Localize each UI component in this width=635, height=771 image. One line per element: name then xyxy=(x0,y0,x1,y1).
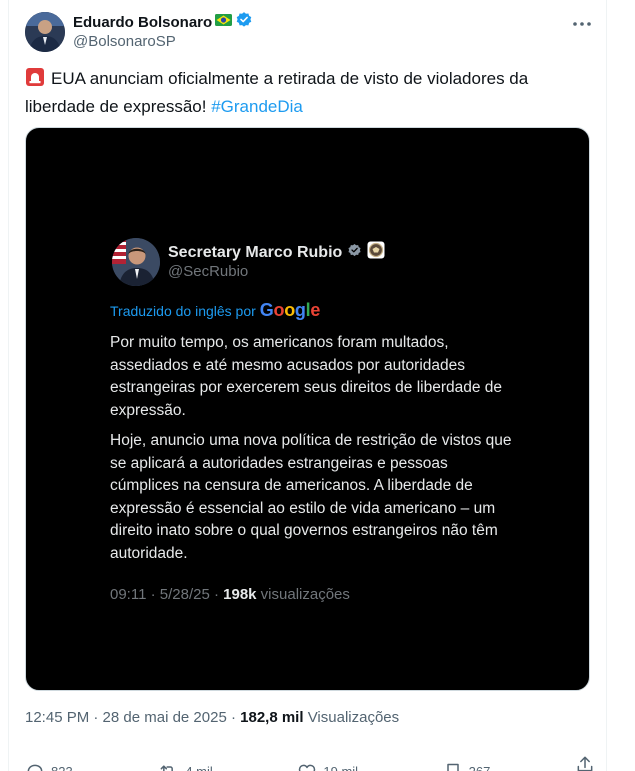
embedded-paragraph-1: Por muito tempo, os americanos foram mul… xyxy=(110,334,503,419)
share-icon xyxy=(577,756,593,771)
embedded-timestamp: 09:11 · 5/28/25 · xyxy=(110,586,224,603)
repost-count: 4 mil xyxy=(185,754,212,771)
embedded-author-avatar xyxy=(112,238,160,286)
more-dots-icon xyxy=(573,22,591,26)
tweet-views-count: 182,8 mil xyxy=(240,709,304,726)
tweet-views-label: Visualizações xyxy=(303,709,400,726)
reply-icon xyxy=(27,764,43,771)
reply-count: 823 xyxy=(51,754,73,771)
siren-icon xyxy=(25,67,45,94)
author-name[interactable]: Eduardo Bolsonaro xyxy=(73,14,212,31)
embedded-paragraph-2: Hoje, anuncio uma nova política de restr… xyxy=(110,432,512,562)
translation-label: Traduzido do inglês por xyxy=(110,303,256,319)
google-logo: Google xyxy=(259,300,321,320)
government-seal-icon xyxy=(367,241,385,264)
embedded-tweet-body: Por muito tempo, os americanos foram mul… xyxy=(110,332,520,573)
author-name-row[interactable]: Eduardo Bolsonaro xyxy=(73,11,253,34)
bookmark-count: 267 xyxy=(469,754,491,771)
bookmark-button[interactable]: 267 xyxy=(443,754,491,771)
timeline-border-right xyxy=(606,0,607,771)
brazil-flag-icon xyxy=(215,13,233,31)
repost-button[interactable]: 4 mil xyxy=(157,754,213,771)
embedded-views-count: 198k xyxy=(223,586,257,603)
translation-notice: Traduzido do inglês por Google xyxy=(110,300,320,321)
more-options-button[interactable] xyxy=(568,12,596,36)
embedded-author-handle: @SecRubio xyxy=(168,263,249,280)
author-avatar[interactable] xyxy=(25,12,65,52)
tweet-media-image[interactable]: Secretary Marco Rubio @SecRubio Traduzid… xyxy=(25,127,590,691)
embedded-author-name-row: Secretary Marco Rubio xyxy=(168,241,385,264)
author-handle[interactable]: @BolsonaroSP xyxy=(73,33,176,50)
share-button[interactable] xyxy=(575,754,595,771)
tweet-text: EUA anunciam oficialmente a retirada de … xyxy=(25,66,595,119)
tweet-timestamp[interactable]: 12:45 PM · 28 de mai de 2025 · xyxy=(25,709,240,726)
hashtag-link[interactable]: #GrandeDia xyxy=(211,97,303,116)
repost-icon xyxy=(160,765,174,771)
timeline-border-left xyxy=(8,0,9,771)
reply-button[interactable]: 823 xyxy=(25,754,73,771)
heart-icon xyxy=(299,764,316,771)
embedded-views-label: visualizações xyxy=(256,586,350,603)
embedded-author-name: Secretary Marco Rubio xyxy=(168,243,343,261)
like-count: 19 mil xyxy=(323,754,358,771)
embedded-verified-badge-icon xyxy=(347,243,362,263)
bookmark-icon xyxy=(446,763,459,771)
verified-badge-icon xyxy=(235,11,253,34)
embedded-tweet-meta: 09:11 · 5/28/25 · 198k visualizações xyxy=(110,586,350,603)
tweet-actions-bar: 823 4 mil 19 mil 267 xyxy=(25,754,595,771)
tweet-meta: 12:45 PM · 28 de mai de 2025 · 182,8 mil… xyxy=(25,709,399,726)
like-button[interactable]: 19 mil xyxy=(297,754,358,771)
